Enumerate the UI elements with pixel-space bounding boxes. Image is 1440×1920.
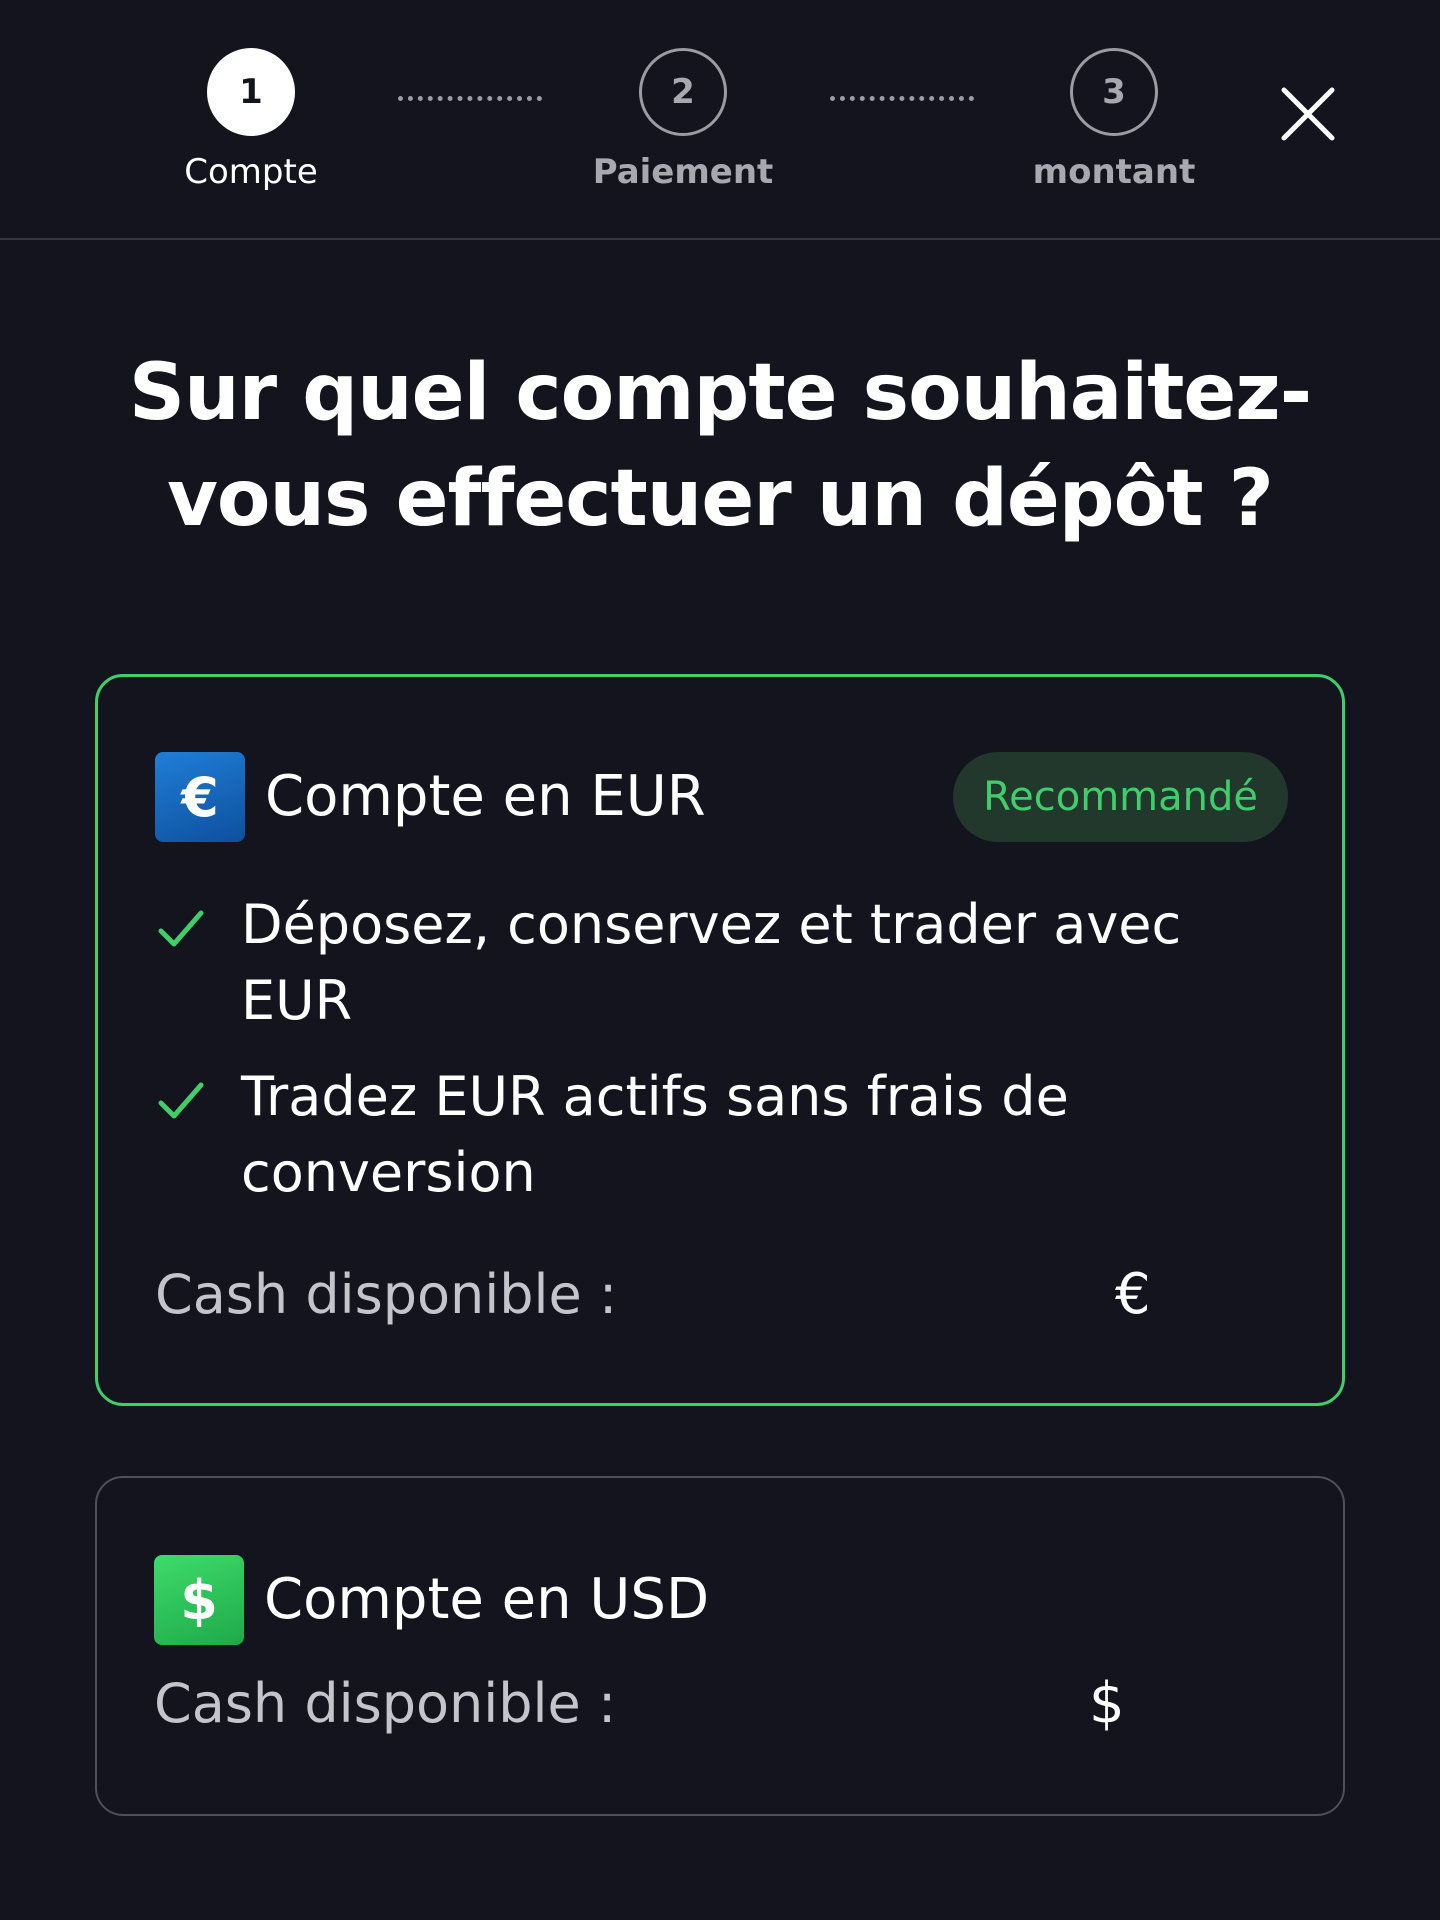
step-connector (398, 96, 542, 101)
usd-account-card[interactable]: $ Compte en USD Cash disponible : $ (95, 1476, 1345, 1816)
step-label: Compte (184, 152, 318, 192)
recommended-badge: Recommandé (953, 752, 1288, 842)
euro-currency-symbol: € (1115, 1262, 1151, 1327)
step-number-circle: 1 (207, 48, 295, 136)
check-icon (158, 910, 204, 947)
cash-available-label: Cash disponible : (155, 1263, 618, 1326)
feature-text: Déposez, conservez et trader avec EUR (241, 893, 1182, 1032)
dollar-currency-symbol: $ (1089, 1671, 1125, 1736)
eur-account-header: € Compte en EUR (155, 752, 706, 842)
step-payment[interactable]: 2 Paiement (573, 48, 793, 194)
close-icon (1281, 87, 1335, 141)
step-label: montant (1032, 152, 1196, 192)
list-item: Déposez, conservez et trader avec EUR (155, 887, 1255, 1039)
eur-cash-row: Cash disponible : € (155, 1255, 1155, 1335)
usd-cash-row: Cash disponible : $ (154, 1664, 1154, 1744)
step-amount[interactable]: 3 montant (1004, 48, 1224, 194)
step-number-circle: 3 (1070, 48, 1158, 136)
stepper-header: 1 Compte 2 Paiement 3 montant (0, 0, 1440, 240)
eur-account-card[interactable]: € Compte en EUR Recommandé Déposez, cons… (95, 674, 1345, 1406)
step-label: Paiement (592, 152, 774, 192)
page-title: Sur quel compte souhaitez- vous effectue… (120, 340, 1320, 552)
step-connector (830, 96, 974, 101)
page-title-line: vous effectuer un dépôt ? (167, 454, 1274, 544)
check-icon (158, 1082, 204, 1119)
step-number-circle: 2 (639, 48, 727, 136)
close-button[interactable] (1278, 84, 1338, 144)
cash-available-label: Cash disponible : (154, 1672, 617, 1735)
page-title-line: Sur quel compte souhaitez- (128, 348, 1312, 438)
euro-icon: € (155, 752, 245, 842)
eur-account-title: Compte en EUR (265, 764, 706, 829)
usd-account-title: Compte en USD (264, 1567, 710, 1632)
feature-text: Tradez EUR actifs sans frais de conversi… (241, 1065, 1069, 1204)
usd-account-header: $ Compte en USD (154, 1555, 709, 1645)
step-account[interactable]: 1 Compte (141, 48, 361, 194)
dollar-icon: $ (154, 1555, 244, 1645)
list-item: Tradez EUR actifs sans frais de conversi… (155, 1059, 1255, 1211)
eur-feature-list: Déposez, conservez et trader avec EUR Tr… (155, 887, 1255, 1231)
